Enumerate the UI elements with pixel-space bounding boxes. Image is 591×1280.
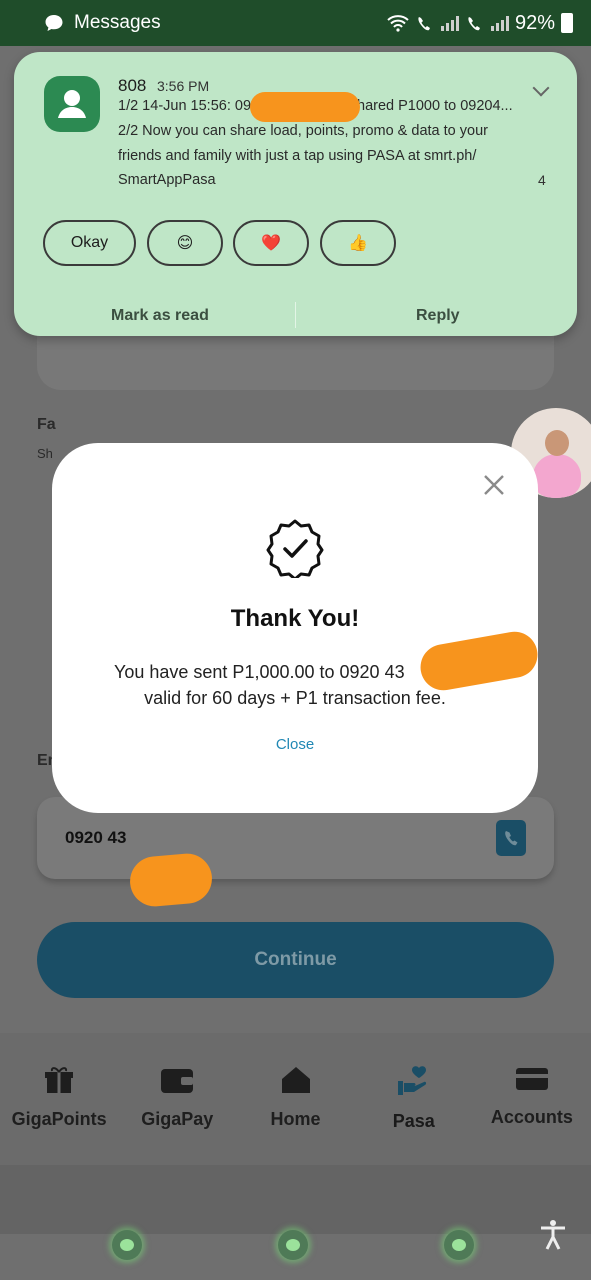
message-line-3: friends and family with just a tap using… bbox=[118, 148, 477, 164]
wifi-calling-icon bbox=[418, 17, 430, 31]
nav-home-label: Home bbox=[270, 1109, 321, 1129]
contacts-icon[interactable] bbox=[496, 820, 526, 856]
battery-percent: 92% bbox=[514, 11, 555, 34]
quick-reply-okay[interactable]: Okay bbox=[43, 220, 136, 266]
favorites-label: Fa bbox=[37, 416, 56, 433]
messages-icon bbox=[45, 15, 63, 31]
bubble-photo bbox=[533, 454, 581, 498]
chevron-down-icon[interactable] bbox=[532, 79, 550, 97]
nav-gigapay[interactable]: GigaPay bbox=[118, 1033, 236, 1165]
notification-app-indicator: Messages bbox=[44, 12, 161, 34]
favorites-sublabel: Sh bbox=[37, 446, 53, 461]
nav-accounts[interactable]: Accounts bbox=[473, 1033, 591, 1165]
verified-check-icon bbox=[266, 519, 324, 578]
action-divider bbox=[295, 302, 296, 328]
status-icons: 92% bbox=[387, 12, 573, 35]
redaction-mark bbox=[250, 92, 360, 122]
thank-you-dialog: Thank You! You have sent P1,000.00 to 09… bbox=[52, 443, 538, 813]
nav-gigapoints-label: GigaPoints bbox=[11, 1109, 107, 1129]
reply-button[interactable]: Reply bbox=[416, 307, 460, 325]
signal-sim2-icon bbox=[490, 15, 509, 31]
message-line-4: SmartAppPasa bbox=[118, 172, 216, 188]
bubble-photo-head bbox=[545, 430, 569, 456]
wallet-icon bbox=[161, 1069, 194, 1093]
nav-pasa-label: Pasa bbox=[392, 1111, 435, 1131]
nav-pasa[interactable]: Pasa bbox=[355, 1033, 473, 1165]
paw-icon[interactable] bbox=[278, 1230, 308, 1260]
close-icon[interactable] bbox=[482, 473, 506, 497]
nav-home[interactable]: Home bbox=[236, 1033, 354, 1165]
mark-as-read-button[interactable]: Mark as read bbox=[111, 307, 209, 325]
accessibility-icon[interactable] bbox=[538, 1219, 568, 1251]
paw-icon[interactable] bbox=[112, 1230, 142, 1260]
bottom-nav: GigaPoints GigaPay Home Pasa Accounts bbox=[0, 1033, 591, 1165]
message-line-2: 2/2 Now you can share load, points, prom… bbox=[118, 123, 488, 139]
dialog-title: Thank You! bbox=[230, 605, 360, 632]
nav-gigapoints[interactable]: GigaPoints bbox=[0, 1033, 118, 1165]
battery-icon bbox=[561, 13, 573, 33]
dialog-message-line-2: valid for 60 days + P1 transaction fee. bbox=[144, 688, 446, 708]
gift-icon bbox=[45, 1067, 74, 1093]
system-nav-bar bbox=[0, 1165, 591, 1234]
card-icon bbox=[515, 1068, 548, 1090]
paw-icon[interactable] bbox=[444, 1230, 474, 1260]
recipient-number: 0920 43 bbox=[65, 828, 127, 847]
sms-notification[interactable]: 808 3:56 PM 1/2 14-Jun 15:56: 09 hared P… bbox=[14, 52, 577, 336]
quick-reply-heart[interactable]: ❤️ bbox=[233, 220, 309, 266]
nav-gigapay-label: GigaPay bbox=[141, 1109, 214, 1129]
continue-button[interactable]: Continue bbox=[37, 922, 554, 998]
dialog-message-line-1: You have sent P1,000.00 to 0920 43 bbox=[114, 662, 405, 682]
sender-name: 808 bbox=[118, 76, 147, 95]
signal-sim1-icon bbox=[440, 15, 459, 31]
message-line-1a: 1/2 14-Jun 15:56: 09 bbox=[118, 98, 252, 114]
message-line-1b: hared P1000 to 09204... bbox=[357, 98, 513, 114]
wifi-calling-sim2-icon bbox=[468, 17, 480, 31]
close-link[interactable]: Close bbox=[52, 736, 538, 753]
home-icon bbox=[281, 1067, 310, 1093]
contact-avatar-icon bbox=[44, 76, 100, 132]
quick-reply-smile[interactable]: 😊 bbox=[147, 220, 223, 266]
notification-time: 3:56 PM bbox=[157, 78, 210, 94]
nav-accounts-label: Accounts bbox=[490, 1107, 573, 1127]
pasa-heart-hand-icon bbox=[397, 1066, 426, 1095]
quick-reply-thumbs-up[interactable]: 👍 bbox=[320, 220, 396, 266]
message-count: 4 bbox=[538, 172, 546, 188]
wifi-icon bbox=[387, 15, 409, 32]
status-app-label: Messages bbox=[74, 12, 161, 33]
status-bar: Messages 92% bbox=[0, 0, 591, 46]
